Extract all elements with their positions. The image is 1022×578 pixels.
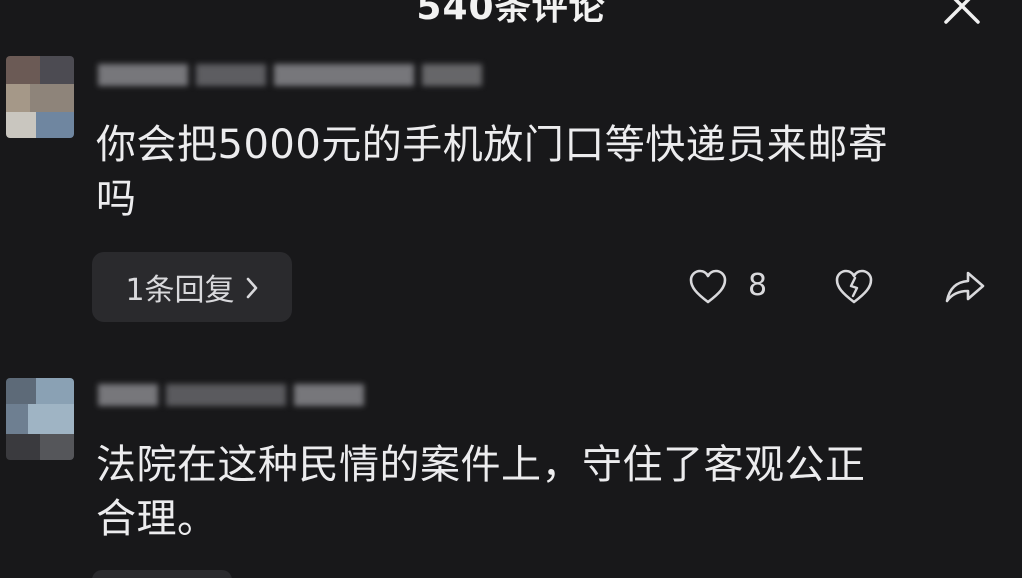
close-icon: [944, 0, 980, 24]
comment-text: 你会把5000元的手机放门口等快递员来邮寄 吗: [96, 118, 996, 226]
comment-text-line: 合理。: [96, 496, 218, 542]
heart-icon[interactable]: [688, 268, 728, 306]
view-replies-button[interactable]: [92, 570, 232, 578]
comments-sheet: 540条评论 你会把5000元的手机放门口等快递员来邮寄 吗 1条回复 8 法院…: [0, 0, 1022, 578]
username-blurred[interactable]: [98, 384, 418, 416]
like-count: 8: [748, 268, 768, 303]
avatar[interactable]: [6, 56, 74, 138]
username-blurred[interactable]: [98, 64, 538, 96]
comment-text-line: 吗: [96, 176, 137, 222]
avatar[interactable]: [6, 378, 74, 460]
comment-text-line: 法院在这种民情的案件上，守住了客观公正: [96, 442, 866, 488]
comment-text-line: 你会把5000元的手机放门口等快递员来邮寄: [96, 122, 889, 168]
close-button[interactable]: [942, 0, 982, 26]
broken-heart-icon[interactable]: [834, 268, 874, 306]
comment-text: 法院在这种民情的案件上，守住了客观公正 合理。: [96, 438, 996, 546]
comment-actions: 8: [0, 262, 1022, 312]
comments-header: 540条评论: [0, 0, 1022, 28]
comments-count-title: 540条评论: [416, 0, 606, 28]
share-icon[interactable]: [944, 268, 986, 306]
